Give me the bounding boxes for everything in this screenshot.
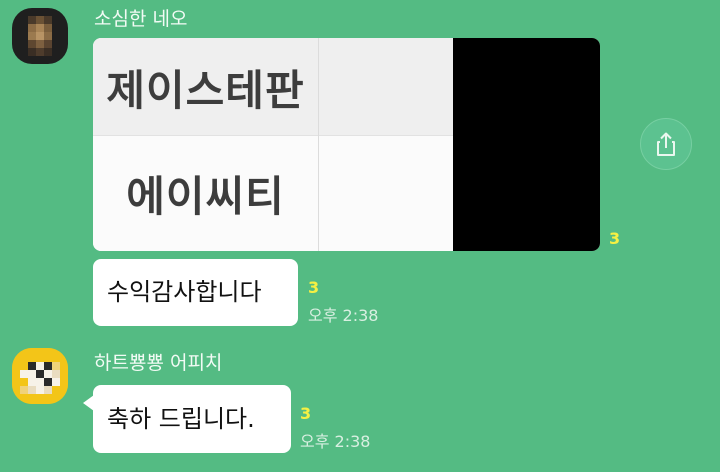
apeach-avatar-icon: [12, 348, 68, 404]
message-bubble[interactable]: 수익감사합니다: [93, 259, 298, 326]
unread-count: 3: [308, 278, 320, 297]
table-cell: 에이씨티: [93, 136, 318, 251]
table-cell-text: 에이씨티: [126, 172, 285, 221]
message-bubble[interactable]: 축하 드립니다.: [83, 385, 291, 453]
redacted-area: [453, 38, 600, 251]
sender-avatar[interactable]: [12, 348, 68, 404]
message-text: 수익감사합니다: [107, 278, 262, 306]
table-column-divider: [318, 38, 319, 251]
message-time: 오후 2:38: [308, 306, 379, 325]
sender-avatar[interactable]: [12, 8, 68, 64]
image-message[interactable]: 제이스테판 에이씨티: [93, 38, 600, 251]
message-text: 축하 드립니다.: [107, 405, 255, 433]
sender-name: 하트뿅뿅 어피치: [94, 352, 223, 374]
pixelated-avatar-icon: [12, 8, 68, 64]
sender-name: 소심한 네오: [94, 8, 188, 30]
share-button[interactable]: [640, 118, 692, 170]
share-icon: [657, 132, 675, 156]
message-time: 오후 2:38: [300, 432, 371, 451]
table-cell-text: 제이스테판: [106, 65, 305, 115]
unread-count: 3: [609, 229, 621, 248]
unread-count: 3: [300, 404, 312, 423]
table-cell: 제이스테판: [93, 38, 318, 136]
